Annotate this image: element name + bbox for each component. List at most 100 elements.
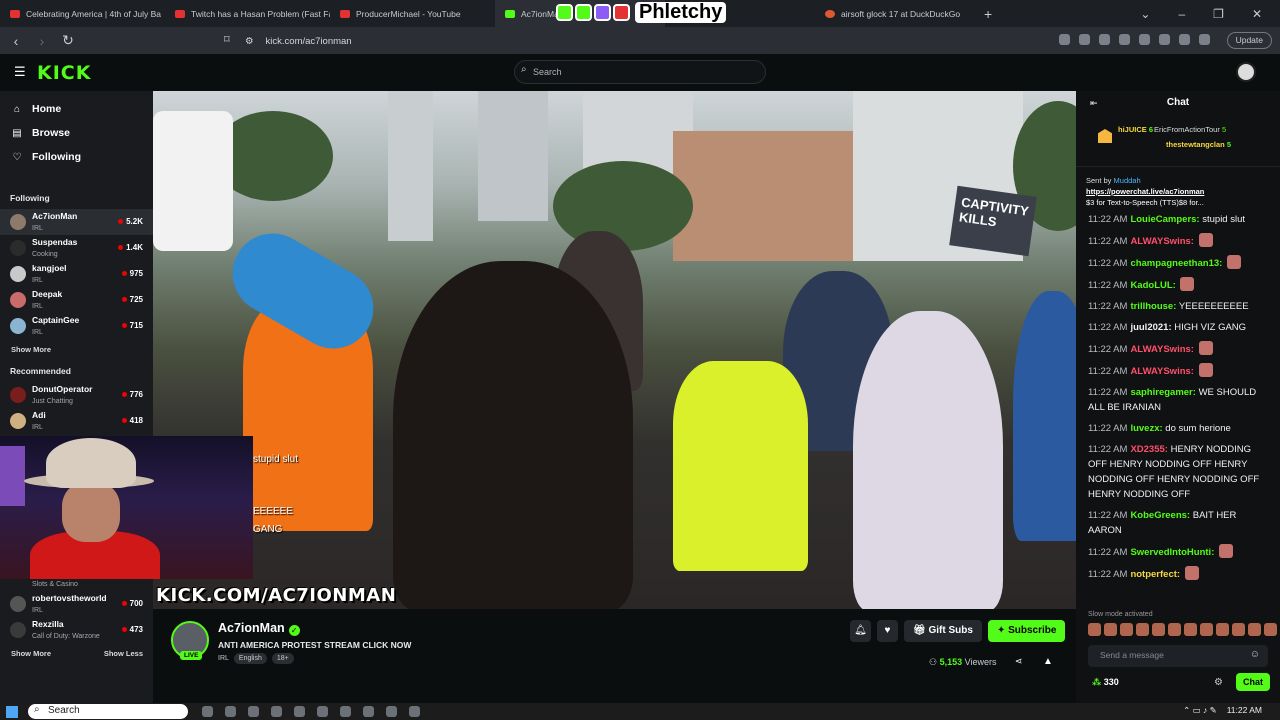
sidebar-following[interactable]: ♡ Following [0,145,153,169]
show-less-button[interactable]: Show Less [104,649,143,658]
emote-icon[interactable] [1104,623,1117,636]
chat-username[interactable]: luvezx: [1130,423,1162,434]
channel-item[interactable]: Rexzilla Call of Duty: Warzone 473 [0,617,153,643]
chat-username[interactable]: juul2021: [1130,322,1171,333]
sidebar-home[interactable]: ⌂ Home [0,97,153,121]
emote-icon[interactable] [1248,623,1261,636]
chat-username[interactable]: trillhouse: [1130,301,1176,312]
send-chat-button[interactable]: Chat [1236,673,1270,691]
chat-username[interactable]: KobeGreens: [1130,510,1190,521]
emote-icon[interactable] [1232,623,1245,636]
emote-icon[interactable] [1120,623,1133,636]
chat-username[interactable]: ALWAYSwins: [1130,344,1194,355]
search-input[interactable]: Search [514,60,766,84]
powerchat-link[interactable]: https://powerchat.live/ac7ionman [1086,187,1204,196]
app-icon[interactable] [363,706,374,717]
app-icon[interactable] [409,706,420,717]
channel-item[interactable]: CaptainGee IRL 715 [0,313,153,339]
new-tab-icon[interactable]: + [984,6,992,22]
channel-item[interactable]: robertovstheworld IRL 700 [0,591,153,617]
show-more-following[interactable]: Show More [0,339,153,360]
emote-icon[interactable] [1264,623,1277,636]
video-player[interactable]: CAPTIVITY KILLS stupid slut EEEEEE GANG … [153,91,1076,609]
channel-points[interactable]: 330 [1092,677,1119,688]
url-field[interactable]: ⚙ kick.com/ac7ionman [245,33,965,49]
emote-icon[interactable] [1168,623,1181,636]
chat-username[interactable]: KadoLUL: [1130,280,1175,291]
subscribe-button[interactable]: ✦ Subscribe [987,620,1066,642]
report-icon[interactable]: ▲ [1043,656,1053,667]
emote-icon[interactable] [1136,623,1149,636]
back-icon[interactable]: ‹ [6,33,26,49]
chat-username[interactable]: ALWAYSwins: [1130,236,1194,247]
kick-logo[interactable]: KICK [37,62,91,84]
language-tag[interactable]: English [233,653,267,664]
app-icon[interactable] [340,706,351,717]
chat-username[interactable]: ALWAYSwins: [1130,366,1194,377]
close-icon[interactable]: ✕ [1252,7,1262,21]
tab-list-icon[interactable]: ⌄ [1140,7,1150,21]
category-tag[interactable]: IRL [218,655,229,662]
heart-icon[interactable]: ♥ [877,620,898,642]
channel-item[interactable]: Ac7ionMan IRL 5.2K [0,209,153,235]
site-info-icon[interactable]: ⚙ [245,36,254,47]
tab-2[interactable]: Twitch has a Hasan Problem (Fast Fa [165,0,330,27]
tray-icons[interactable]: ⌃ ▭ ♪ ✎ [1183,705,1217,716]
channel-item[interactable]: kangjoel IRL 975 [0,261,153,287]
gifter-2[interactable]: EricFromActionTour 5 [1154,125,1226,134]
gifter-1[interactable]: hiJUICE 6 [1118,125,1153,134]
chat-username[interactable]: champagneethan13: [1130,258,1222,269]
app-icon[interactable] [386,706,397,717]
clock[interactable]: 11:22 AM [1227,705,1262,716]
sidebar-browse[interactable]: ▤ Browse [0,121,153,145]
collapse-chat-icon[interactable]: ⇤ [1090,91,1098,115]
restore-icon[interactable]: ❐ [1213,7,1224,21]
app-icon[interactable] [202,706,213,717]
tab-5[interactable]: airsoft glock 17 at DuckDuckGo [815,0,980,27]
extension-icon[interactable] [1079,34,1090,45]
emote-icon[interactable] [1088,623,1101,636]
extension-icon[interactable] [1179,34,1190,45]
chat-username[interactable]: SwervedIntoHunti: [1130,547,1214,558]
extension-icon[interactable] [1119,34,1130,45]
channel-item[interactable]: Deepak IRL 725 [0,287,153,313]
chat-username[interactable]: notperfect: [1130,569,1180,580]
extension-icon[interactable] [1159,34,1170,45]
gifter-3[interactable]: thestewtangclan 5 [1166,140,1231,149]
gift-subs-button[interactable]: 🎁︎ Gift Subs [904,620,982,642]
user-avatar[interactable] [1236,62,1256,82]
emote-icon[interactable] [1184,623,1197,636]
channel-item[interactable]: Adi IRL 418 [0,408,153,434]
app-icon[interactable] [294,706,305,717]
streamer-name[interactable]: Ac7ionMan ✓ [218,621,300,636]
app-icon[interactable] [225,706,236,717]
app-icon[interactable] [317,706,328,717]
extension-icon[interactable] [1099,34,1110,45]
channel-item[interactable]: DonutOperator Just Chatting 776 [0,382,153,408]
chat-username[interactable]: saphiregamer: [1130,387,1195,398]
chat-input[interactable]: Send a message [1088,645,1268,667]
update-button[interactable]: Update [1226,32,1272,49]
minimize-icon[interactable]: – [1178,7,1185,21]
channel-item[interactable]: Suspendas Cooking 1.4K [0,235,153,261]
bell-icon[interactable]: 🔔︎ [850,620,871,642]
extension-icon[interactable] [1199,34,1210,45]
emote-icon[interactable] [1152,623,1165,636]
tab-3[interactable]: ProducerMichael - YouTube [330,0,495,27]
show-more-button[interactable]: Show More [11,649,51,658]
emote-icon[interactable] [1200,623,1213,636]
tab-1[interactable]: Celebrating America | 4th of July Ba [0,0,165,27]
app-icon[interactable] [271,706,282,717]
taskbar-search[interactable]: Search [28,704,188,719]
windows-start-icon[interactable] [6,705,18,718]
chat-username[interactable]: LouieCampers: [1130,214,1199,225]
app-icon[interactable] [248,706,259,717]
emote-icon[interactable] [1216,623,1229,636]
forward-icon[interactable]: › [32,33,52,49]
menu-icon[interactable]: ☰ [14,64,26,80]
reload-icon[interactable]: ↻ [58,32,78,49]
extension-icon[interactable] [1139,34,1150,45]
bookmark-icon[interactable]: ⌑ [224,33,230,46]
share-icon[interactable]: ⋖ [1015,656,1023,667]
extension-icon[interactable] [1059,34,1070,45]
